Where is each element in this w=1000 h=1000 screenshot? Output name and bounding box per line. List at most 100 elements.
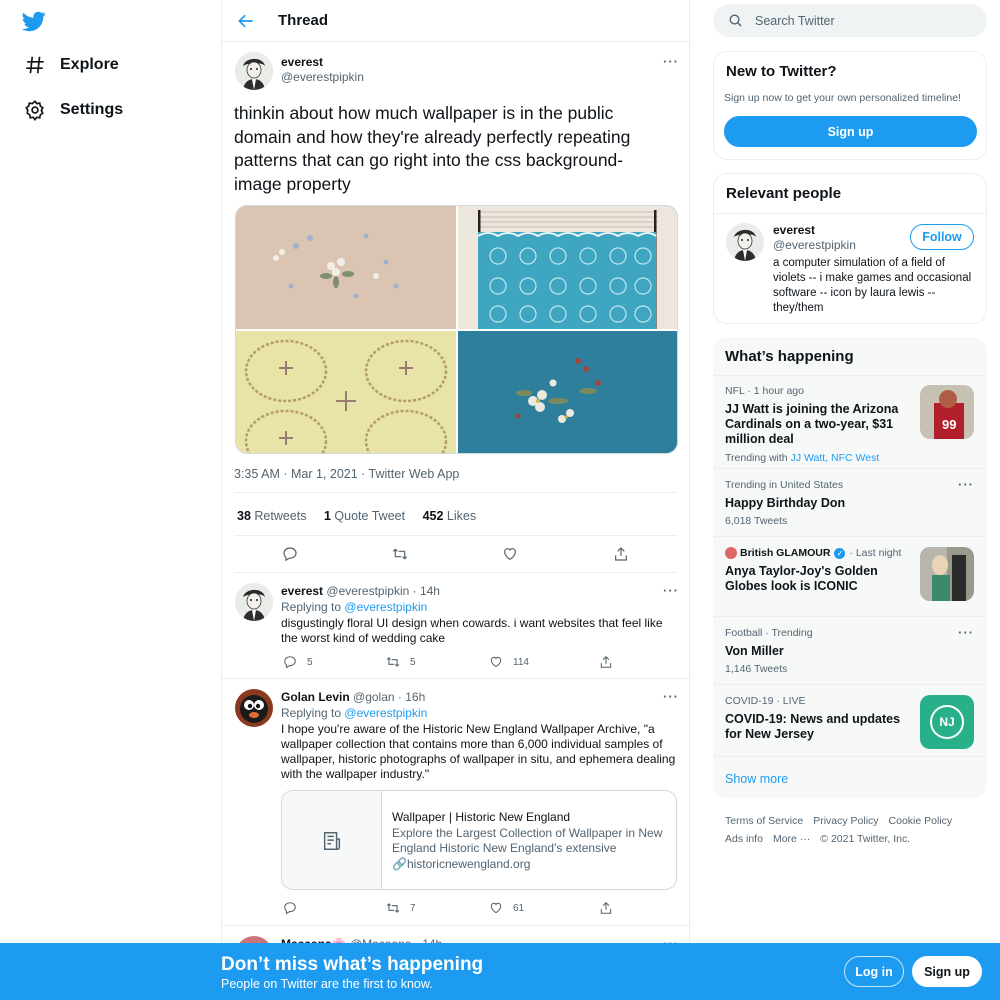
likes-stat[interactable]: 452 Likes [423, 509, 477, 523]
search-bar[interactable] [713, 4, 987, 37]
reply-tweet[interactable]: everest @everestpipkin · 14h ··· Replyin… [222, 573, 689, 679]
author-handle[interactable]: @everestpipkin [281, 70, 364, 84]
retweet-button[interactable]: 5 [386, 655, 416, 669]
reply-author[interactable]: everest @everestpipkin · 14h [281, 584, 440, 598]
main-tweet: everest @everestpipkin ··· thinkin about… [222, 42, 689, 573]
trend-item[interactable]: Trending in United States Happy Birthday… [713, 469, 987, 537]
replying-prefix: Replying to [281, 706, 342, 720]
like-button[interactable]: 114 [489, 655, 529, 669]
article-icon [323, 832, 341, 850]
link-card-url: 🔗historicnewengland.org [392, 857, 530, 871]
trend-item[interactable]: COVID-19 · LIVE COVID-19: News and updat… [713, 685, 987, 757]
follow-button[interactable]: Follow [910, 224, 974, 250]
reply-tweet[interactable]: Golan Levin @golan · 16h ··· Replying to… [222, 679, 689, 926]
signup-button[interactable]: Sign up [912, 956, 982, 987]
retweet-icon[interactable] [392, 546, 408, 562]
trend-count: 1,146 Tweets [725, 663, 788, 675]
show-more-link[interactable]: Show more [725, 772, 788, 786]
verified-badge-icon: ✓ [834, 547, 846, 559]
link-card-thumbnail [282, 791, 382, 889]
reply-author-name: Golan Levin [281, 690, 350, 704]
privacy-link[interactable]: Privacy Policy [813, 815, 878, 827]
search-input[interactable] [755, 4, 975, 37]
link-card-title: Wallpaper | Historic New England [392, 810, 571, 824]
search-icon [729, 14, 742, 27]
reply-author-meta: @golan · 16h [353, 690, 426, 704]
trend-title: Anya Taylor-Joy's Golden Globes look is … [725, 564, 878, 593]
relevant-people-title: Relevant people [714, 174, 986, 214]
share-icon[interactable] [613, 546, 629, 562]
trending-with-links[interactable]: JJ Watt, NFC West [791, 452, 880, 464]
wallpaper-photo-teal-floral[interactable] [458, 331, 677, 453]
more-options-icon[interactable]: ··· [958, 477, 974, 492]
trending-with-label: Trending with [725, 452, 788, 464]
quotes-stat[interactable]: 1 Quote Tweet [324, 509, 405, 523]
likes-label: Likes [446, 509, 477, 523]
reply-button[interactable]: 5 [283, 655, 313, 669]
author-name[interactable]: everest [281, 55, 323, 69]
link-card-description: Explore the Largest Collection of Wallpa… [392, 826, 663, 855]
replying-to-handle[interactable]: @everestpipkin [344, 600, 427, 614]
trend-item[interactable]: NFL · 1 hour ago JJ Watt is joining the … [713, 375, 987, 469]
ads-info-link[interactable]: Ads info [725, 833, 763, 845]
trend-source: British GLAMOUR ✓ · Last night [725, 547, 901, 559]
share-button[interactable] [599, 655, 623, 669]
sidebar-signup-button[interactable]: Sign up [724, 116, 977, 147]
avatar[interactable] [235, 689, 273, 727]
avatar[interactable] [235, 583, 273, 621]
nav-explore[interactable]: Explore [24, 52, 119, 78]
retweets-label: Retweets [254, 509, 307, 523]
person-name[interactable]: everest [773, 223, 815, 237]
more-options-icon[interactable]: ··· [663, 583, 679, 598]
retweet-icon [386, 903, 400, 913]
more-link[interactable]: More ··· [773, 833, 810, 845]
more-options-icon[interactable]: ··· [663, 689, 679, 704]
nav-settings[interactable]: Settings [24, 97, 123, 123]
cookie-link[interactable]: Cookie Policy [889, 815, 953, 827]
trend-count: 6,018 Tweets [725, 515, 788, 527]
reply-icon [284, 902, 296, 915]
like-icon [490, 902, 502, 914]
more-options-icon[interactable]: ··· [958, 625, 974, 640]
twitter-logo-icon[interactable] [22, 9, 46, 33]
trend-item[interactable]: Football · Trending Von Miller 1,146 Twe… [713, 617, 987, 685]
page-title: Thread [278, 12, 329, 29]
terms-link[interactable]: Terms of Service [725, 815, 803, 827]
back-arrow-icon[interactable] [236, 11, 256, 31]
more-options-icon[interactable]: ··· [663, 54, 679, 69]
retweet-button[interactable]: 7 [386, 901, 416, 915]
tweet-actions [234, 536, 677, 573]
reply-icon [284, 656, 296, 669]
trend-title: COVID-19: News and updates for New Jerse… [725, 712, 901, 741]
replying-to-handle[interactable]: @everestpipkin [344, 706, 427, 720]
whats-happening-panel: What’s happening NFL · 1 hour ago JJ Wat… [713, 337, 987, 798]
login-button[interactable]: Log in [844, 956, 904, 987]
share-button[interactable] [599, 901, 623, 915]
new-to-twitter-panel: New to Twitter? Sign up now to get your … [713, 51, 987, 160]
person-handle[interactable]: @everestpipkin [773, 238, 856, 252]
trend-title: JJ Watt is joining the Arizona Cardinals… [725, 402, 899, 446]
like-icon[interactable] [502, 546, 518, 562]
reply-button[interactable] [283, 901, 307, 915]
tweet-timestamp[interactable]: 3:35 AM · Mar 1, 2021 · Twitter Web App [234, 467, 459, 481]
reply-author-name: everest [281, 584, 324, 598]
wallpaper-photo-floral-beige[interactable] [236, 206, 456, 329]
wallpaper-photo-blue-pattern[interactable] [458, 206, 677, 329]
retweet-count: 5 [410, 656, 416, 668]
reply-author[interactable]: Golan Levin @golan · 16h [281, 690, 425, 704]
avatar[interactable] [726, 223, 764, 261]
trend-meta: COVID-19 · LIVE [725, 695, 806, 707]
avatar[interactable] [235, 52, 273, 90]
source-avatar-icon [725, 547, 737, 559]
like-button[interactable]: 61 [489, 901, 524, 915]
retweets-stat[interactable]: 38 Retweets [237, 509, 307, 523]
replying-to: Replying to @everestpipkin [281, 706, 427, 720]
trend-thumbnail: NJ [920, 695, 974, 749]
wallpaper-photo-yellow-medallion[interactable] [236, 331, 456, 453]
reply-icon[interactable] [282, 546, 298, 562]
trend-item[interactable]: British GLAMOUR ✓ · Last night Anya Tayl… [713, 537, 987, 617]
trend-source-name: British GLAMOUR [740, 547, 831, 559]
link-card[interactable]: Wallpaper | Historic New England Explore… [281, 790, 677, 890]
trend-title: Happy Birthday Don [725, 496, 846, 510]
nav-settings-label: Settings [60, 101, 124, 118]
